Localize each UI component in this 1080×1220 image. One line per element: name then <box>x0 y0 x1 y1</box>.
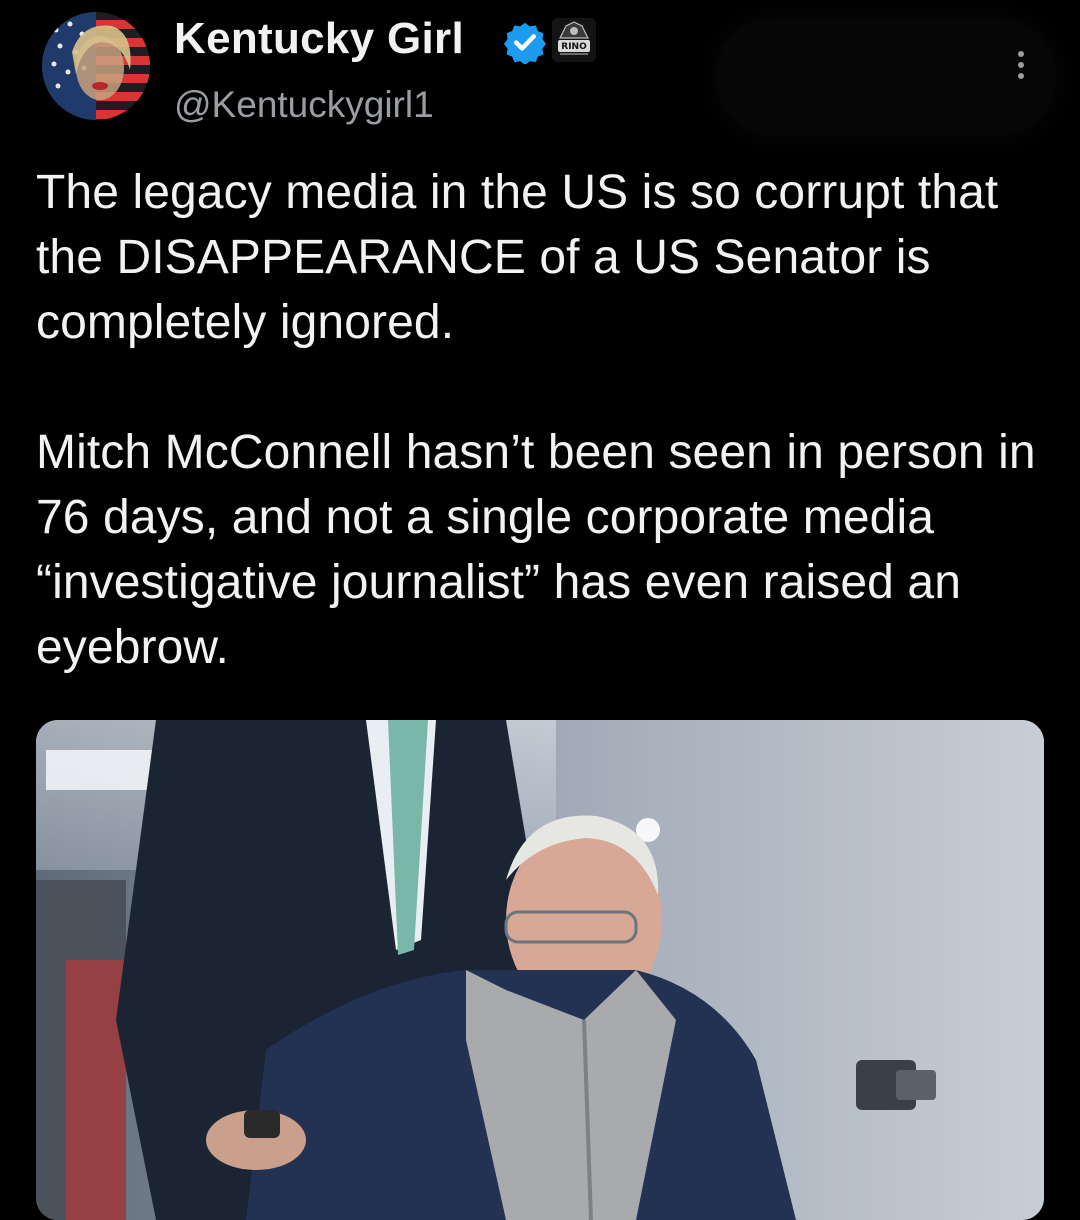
photo-image <box>36 720 1044 1220</box>
user-handle[interactable]: @Kentuckygirl1 <box>174 84 434 126</box>
affiliate-badge-label: RINO <box>561 42 587 52</box>
tweet-text: The legacy media in the US is so corrupt… <box>36 160 1046 680</box>
tweet-paragraph: The legacy media in the US is so corrupt… <box>36 166 999 349</box>
verified-badge-icon <box>503 22 547 64</box>
avatar[interactable] <box>42 12 150 120</box>
redaction-overlay <box>716 18 1056 136</box>
display-name[interactable]: Kentucky Girl <box>174 14 464 64</box>
tweet-card: Kentucky Girl RINO @Kentuckygirl1 The le… <box>0 0 1080 1220</box>
more-vertical-icon[interactable] <box>1014 48 1028 82</box>
avatar-image <box>42 12 150 120</box>
tweet-paragraph: Mitch McConnell hasn’t been seen in pers… <box>36 426 1036 674</box>
tweet-media-photo[interactable] <box>36 720 1044 1220</box>
affiliate-badge-icon[interactable]: RINO <box>552 18 596 62</box>
elephant-emblem-icon <box>552 18 596 62</box>
